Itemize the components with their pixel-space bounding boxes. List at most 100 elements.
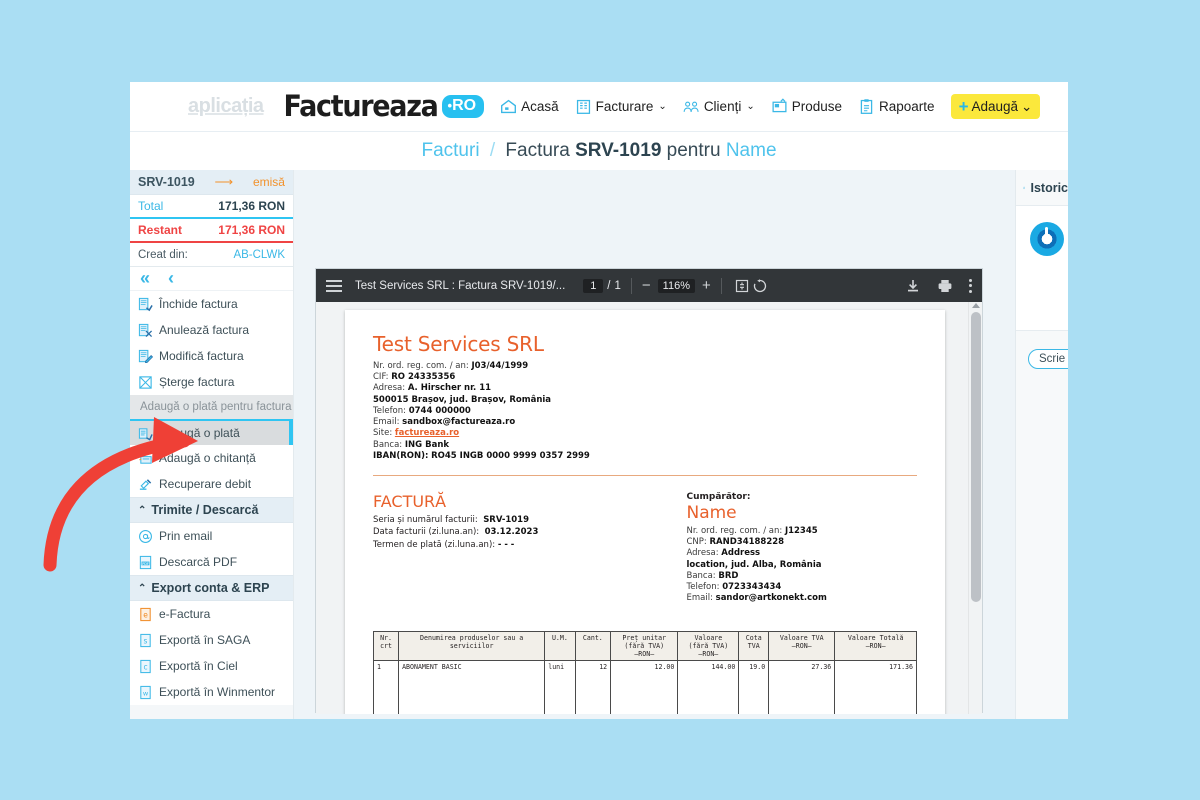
breadcrumb-root-link[interactable]: Facturi [421, 140, 479, 161]
company-email-value: sandbox@factureaza.ro [402, 417, 515, 427]
sidebar-item-adauga-o-chitanta[interactable]: Adaugă o chitanță [130, 445, 293, 471]
fit-page-icon[interactable] [734, 278, 750, 294]
company-phone-label: Telefon: [373, 406, 406, 416]
invoice-table-header-cell: CotaTVA [739, 631, 769, 661]
sidebar-item-label: Exportă în Winmentor [159, 685, 275, 699]
nav-item-facturare[interactable]: Facturare ⌄ [575, 98, 667, 115]
invoice-meta-block: FACTURĂ Seria și numărul facturii: SRV-1… [373, 492, 686, 605]
history-panel-header: Istoric [1016, 170, 1068, 206]
sidebar-stat-total-label: Total [138, 199, 163, 213]
sidebar-item-label: Exportă în SAGA [159, 633, 250, 647]
company-bank-value: ING Bank [405, 440, 449, 450]
sidebar-item-label: Descarcă PDF [159, 555, 237, 569]
invoice-table-header-cell: Nr.crt [374, 631, 399, 661]
sidebar-section-note: Adaugă o plată pentru factura [130, 395, 293, 419]
close-invoice-icon [138, 297, 153, 312]
sidebar-item-label: e-Factura [159, 607, 210, 621]
invoice-company-name: Test Services SRL [373, 332, 917, 356]
buyer-city-value: location, jud. Alba, România [686, 560, 821, 570]
status-badge: emisă [253, 175, 285, 189]
nav-item-clienti[interactable]: Clienți ⌄ [683, 98, 755, 115]
buyer-phone-value: 0723343434 [722, 582, 781, 592]
sidebar-item-inchide-factura[interactable]: Închide factura [130, 291, 293, 317]
download-icon[interactable] [905, 278, 921, 294]
kebab-menu-icon[interactable] [969, 279, 972, 293]
sidebar-item-descarca-pdf[interactable]: PDF Descarcă PDF [130, 549, 293, 575]
company-regno-value: J03/44/1999 [471, 361, 528, 371]
rotate-icon[interactable] [752, 278, 768, 294]
chevron-down-icon: ⌄ [658, 101, 666, 112]
nav-item-acasa[interactable]: Acasă [500, 98, 559, 115]
sidebar-item-exporta-in-ciel[interactable]: c Exportă în Ciel [130, 653, 293, 679]
brand-logo[interactable]: Factureaza •RO [284, 91, 485, 122]
scroll-up-arrow-icon[interactable] [972, 303, 980, 308]
company-iban-value: RO45 INGB 0000 9999 0357 2999 [431, 451, 590, 461]
nav-item-facturare-label: Facturare [596, 99, 654, 114]
buyer-email-value: sandor@artkonekt.com [716, 593, 827, 603]
invoice-document: Test Services SRL Nr. ord. reg. com. / a… [345, 310, 945, 714]
first-page-arrow[interactable]: « [140, 268, 150, 289]
sidebar-group-label: Trimite / Descarcă [151, 503, 258, 517]
delete-invoice-icon [138, 375, 153, 390]
sidebar-item-modifica-factura[interactable]: Modifică factura [130, 343, 293, 369]
invoice-duedate-value: - - - [498, 540, 515, 550]
sidebar-group-export-conta-erp[interactable]: ⌃ Export conta & ERP [130, 575, 293, 601]
add-button-label: Adaugă [972, 99, 1019, 114]
nav-item-produse[interactable]: Produse [771, 98, 842, 115]
chat-history-icon [1023, 179, 1025, 197]
invoice-table-cell: 12 [575, 661, 611, 714]
buyer-address-value: Address [721, 548, 760, 558]
svg-text:s: s [144, 636, 148, 645]
sidebar-item-e-factura[interactable]: e e-Factura [130, 601, 293, 627]
sidebar-item-label: Exportă în Ciel [159, 659, 238, 673]
buyer-bank-value: BRD [718, 571, 738, 581]
invoice-table-cell: luni [545, 661, 575, 714]
nav-item-rapoarte[interactable]: Rapoarte [858, 98, 935, 115]
add-button[interactable]: + Adaugă ⌄ [951, 94, 1041, 119]
arrow-right-icon: ⟶ [215, 174, 234, 190]
invoice-building-icon [575, 98, 592, 115]
invoice-table-header-cell: Valoare(fără TVA)–RON– [678, 631, 739, 661]
chevron-up-icon: ⌃ [138, 583, 146, 594]
invoice-table-header-cell: Cant. [575, 631, 611, 661]
ciel-file-icon: c [138, 659, 153, 674]
pdf-scrollbar[interactable] [968, 302, 982, 714]
sidebar-item-adauga-o-plata[interactable]: Adaugă o plată [130, 419, 293, 445]
zoom-in-button[interactable]: + [702, 278, 711, 293]
sidebar-stat-restant-value: 171,36 RON [218, 223, 285, 237]
print-icon[interactable] [937, 278, 953, 294]
invoice-company-details: Nr. ord. reg. com. / an: J03/44/1999 CIF… [373, 361, 917, 462]
sidebar-stat-total-value: 171,36 RON [218, 199, 285, 213]
company-site-link[interactable]: factureaza.ro [395, 428, 459, 438]
winmentor-file-icon: w [138, 685, 153, 700]
compose-message-button[interactable]: Scrie un mesaj [1028, 349, 1068, 369]
svg-text:PDF: PDF [142, 561, 149, 565]
home-icon [500, 98, 517, 115]
nav-item-produse-label: Produse [792, 99, 842, 114]
cancel-invoice-icon [138, 323, 153, 338]
pdf-scrollbar-thumb[interactable] [971, 312, 981, 602]
company-email-label: Email: [373, 417, 399, 427]
pdf-page-input[interactable]: 1 [583, 279, 603, 293]
sidebar-stat-creat-value[interactable]: AB-CLWK [233, 249, 285, 261]
sidebar-item-recuperare-debit[interactable]: Recuperare debit [130, 471, 293, 497]
prev-page-arrow[interactable]: ‹ [168, 268, 174, 289]
zoom-out-button[interactable]: − [642, 278, 651, 293]
pdf-document-title: Test Services SRL : Factura SRV-1019/... [355, 280, 565, 292]
invoice-buyer-block: Cumpărător: Name Nr. ord. reg. com. / an… [686, 492, 917, 605]
sidebar-item-anuleaza-factura[interactable]: Anulează factura [130, 317, 293, 343]
invoice-table-cell: 19.0 [739, 661, 769, 714]
svg-text:w: w [143, 689, 149, 697]
sidebar-item-exporta-in-winmentor[interactable]: w Exportă în Winmentor [130, 679, 293, 705]
breadcrumb-client-link[interactable]: Name [726, 140, 777, 161]
sidebar-item-sterge-factura[interactable]: Șterge factura [130, 369, 293, 395]
sidebar-item-prin-email[interactable]: Prin email [130, 523, 293, 549]
buyer-regno-value: J12345 [785, 526, 818, 536]
sidebar-item-exporta-in-saga[interactable]: s Exportă în SAGA [130, 627, 293, 653]
sidebar-group-trimite-descarca[interactable]: ⌃ Trimite / Descarcă [130, 497, 293, 523]
saga-file-icon: s [138, 633, 153, 648]
hamburger-icon[interactable] [326, 280, 342, 292]
add-receipt-icon [138, 451, 153, 466]
nav-item-clienti-label: Clienți [704, 99, 742, 114]
zoom-level-value[interactable]: 116% [658, 279, 695, 293]
